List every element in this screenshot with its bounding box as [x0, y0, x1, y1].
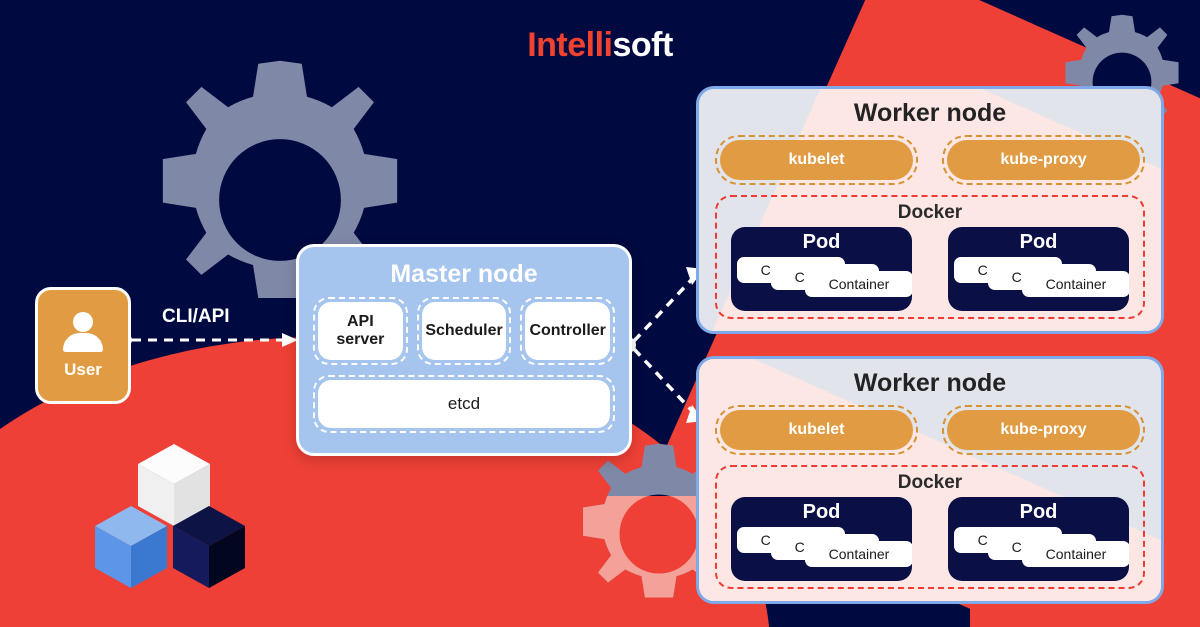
controller-label: Controller	[525, 302, 611, 360]
worker-node-1-agents-row: kubelet kube-proxy	[715, 135, 1145, 185]
master-components-row: API server Scheduler Controller	[313, 297, 616, 365]
pod-1-2[interactable]: Pod Container Container Container	[948, 227, 1129, 311]
kubelet-component-1[interactable]: kubelet	[715, 135, 918, 185]
api-server-label-line1: API	[347, 313, 374, 331]
kube-proxy-component-2[interactable]: kube-proxy	[942, 405, 1145, 455]
kube-proxy-label-2: kube-proxy	[947, 410, 1140, 450]
container-card[interactable]: Container	[1022, 271, 1129, 297]
kubelet-label-1: kubelet	[720, 140, 913, 180]
docker-container-1[interactable]: Docker Pod Container Container Container…	[715, 195, 1145, 319]
container-stack-2-2: Container Container Container	[954, 527, 1129, 575]
person-icon	[60, 311, 106, 356]
pod-2-1[interactable]: Pod Container Container Container	[731, 497, 912, 581]
pod-1-1[interactable]: Pod Container Container Container	[731, 227, 912, 311]
blue-cube-icon	[95, 506, 167, 588]
kube-proxy-label-1: kube-proxy	[947, 140, 1140, 180]
user-to-master-connector	[120, 333, 298, 347]
pod-1-2-title: Pod	[1019, 231, 1058, 253]
pod-1-1-title: Pod	[802, 231, 841, 253]
container-stack-1-2: Container Container Container	[954, 257, 1129, 305]
container-card[interactable]: Container	[805, 271, 912, 297]
docker-label-2: Docker	[897, 472, 963, 493]
user-label: User	[64, 359, 102, 379]
docker-container-2[interactable]: Docker Pod Container Container Container…	[715, 465, 1145, 589]
worker-node-1[interactable]: Worker node kubelet kube-proxy Docker Po…	[696, 86, 1164, 334]
diagram-canvas: Intellisoft User CLI/API Master node API	[0, 0, 1200, 627]
container-stack-1-1: Container Container Container	[737, 257, 912, 305]
worker-node-2[interactable]: Worker node kubelet kube-proxy Docker Po…	[696, 356, 1164, 604]
pod-row-2: Pod Container Container Container Pod Co…	[731, 497, 1129, 581]
pod-2-2[interactable]: Pod Container Container Container	[948, 497, 1129, 581]
docker-label-1: Docker	[897, 202, 963, 223]
logo-text-secondary: soft	[612, 26, 673, 64]
container-card[interactable]: Container	[805, 541, 912, 567]
kube-proxy-component-1[interactable]: kube-proxy	[942, 135, 1145, 185]
scheduler-component[interactable]: Scheduler	[416, 297, 512, 365]
worker-node-2-agents-row: kubelet kube-proxy	[715, 405, 1145, 455]
master-node[interactable]: Master node API server Scheduler Control…	[296, 244, 632, 456]
container-card[interactable]: Container	[1022, 541, 1129, 567]
master-node-title: Master node	[390, 260, 538, 288]
pod-2-1-title: Pod	[802, 501, 841, 523]
container-stack-2-1: Container Container Container	[737, 527, 912, 575]
worker-node-2-title: Worker node	[853, 369, 1007, 397]
scheduler-label: Scheduler	[421, 302, 507, 360]
api-server-label-line2: server	[336, 331, 385, 348]
controller-component[interactable]: Controller	[520, 297, 616, 365]
cli-api-label: CLI/API	[162, 306, 230, 327]
user-node[interactable]: User	[35, 287, 131, 404]
pod-2-2-title: Pod	[1019, 501, 1058, 523]
kubelet-component-2[interactable]: kubelet	[715, 405, 918, 455]
api-server-component[interactable]: API server	[313, 297, 408, 365]
etcd-label: etcd	[318, 380, 610, 428]
kubelet-label-2: kubelet	[720, 410, 913, 450]
worker-node-1-title: Worker node	[853, 99, 1007, 127]
pod-row-1: Pod Container Container Container Pod Co…	[731, 227, 1129, 311]
logo-text-primary: Intelli	[527, 26, 613, 64]
etcd-component[interactable]: etcd	[313, 375, 615, 433]
navy-cube-icon	[173, 506, 245, 588]
brand-logo: Intellisoft	[0, 26, 1200, 65]
